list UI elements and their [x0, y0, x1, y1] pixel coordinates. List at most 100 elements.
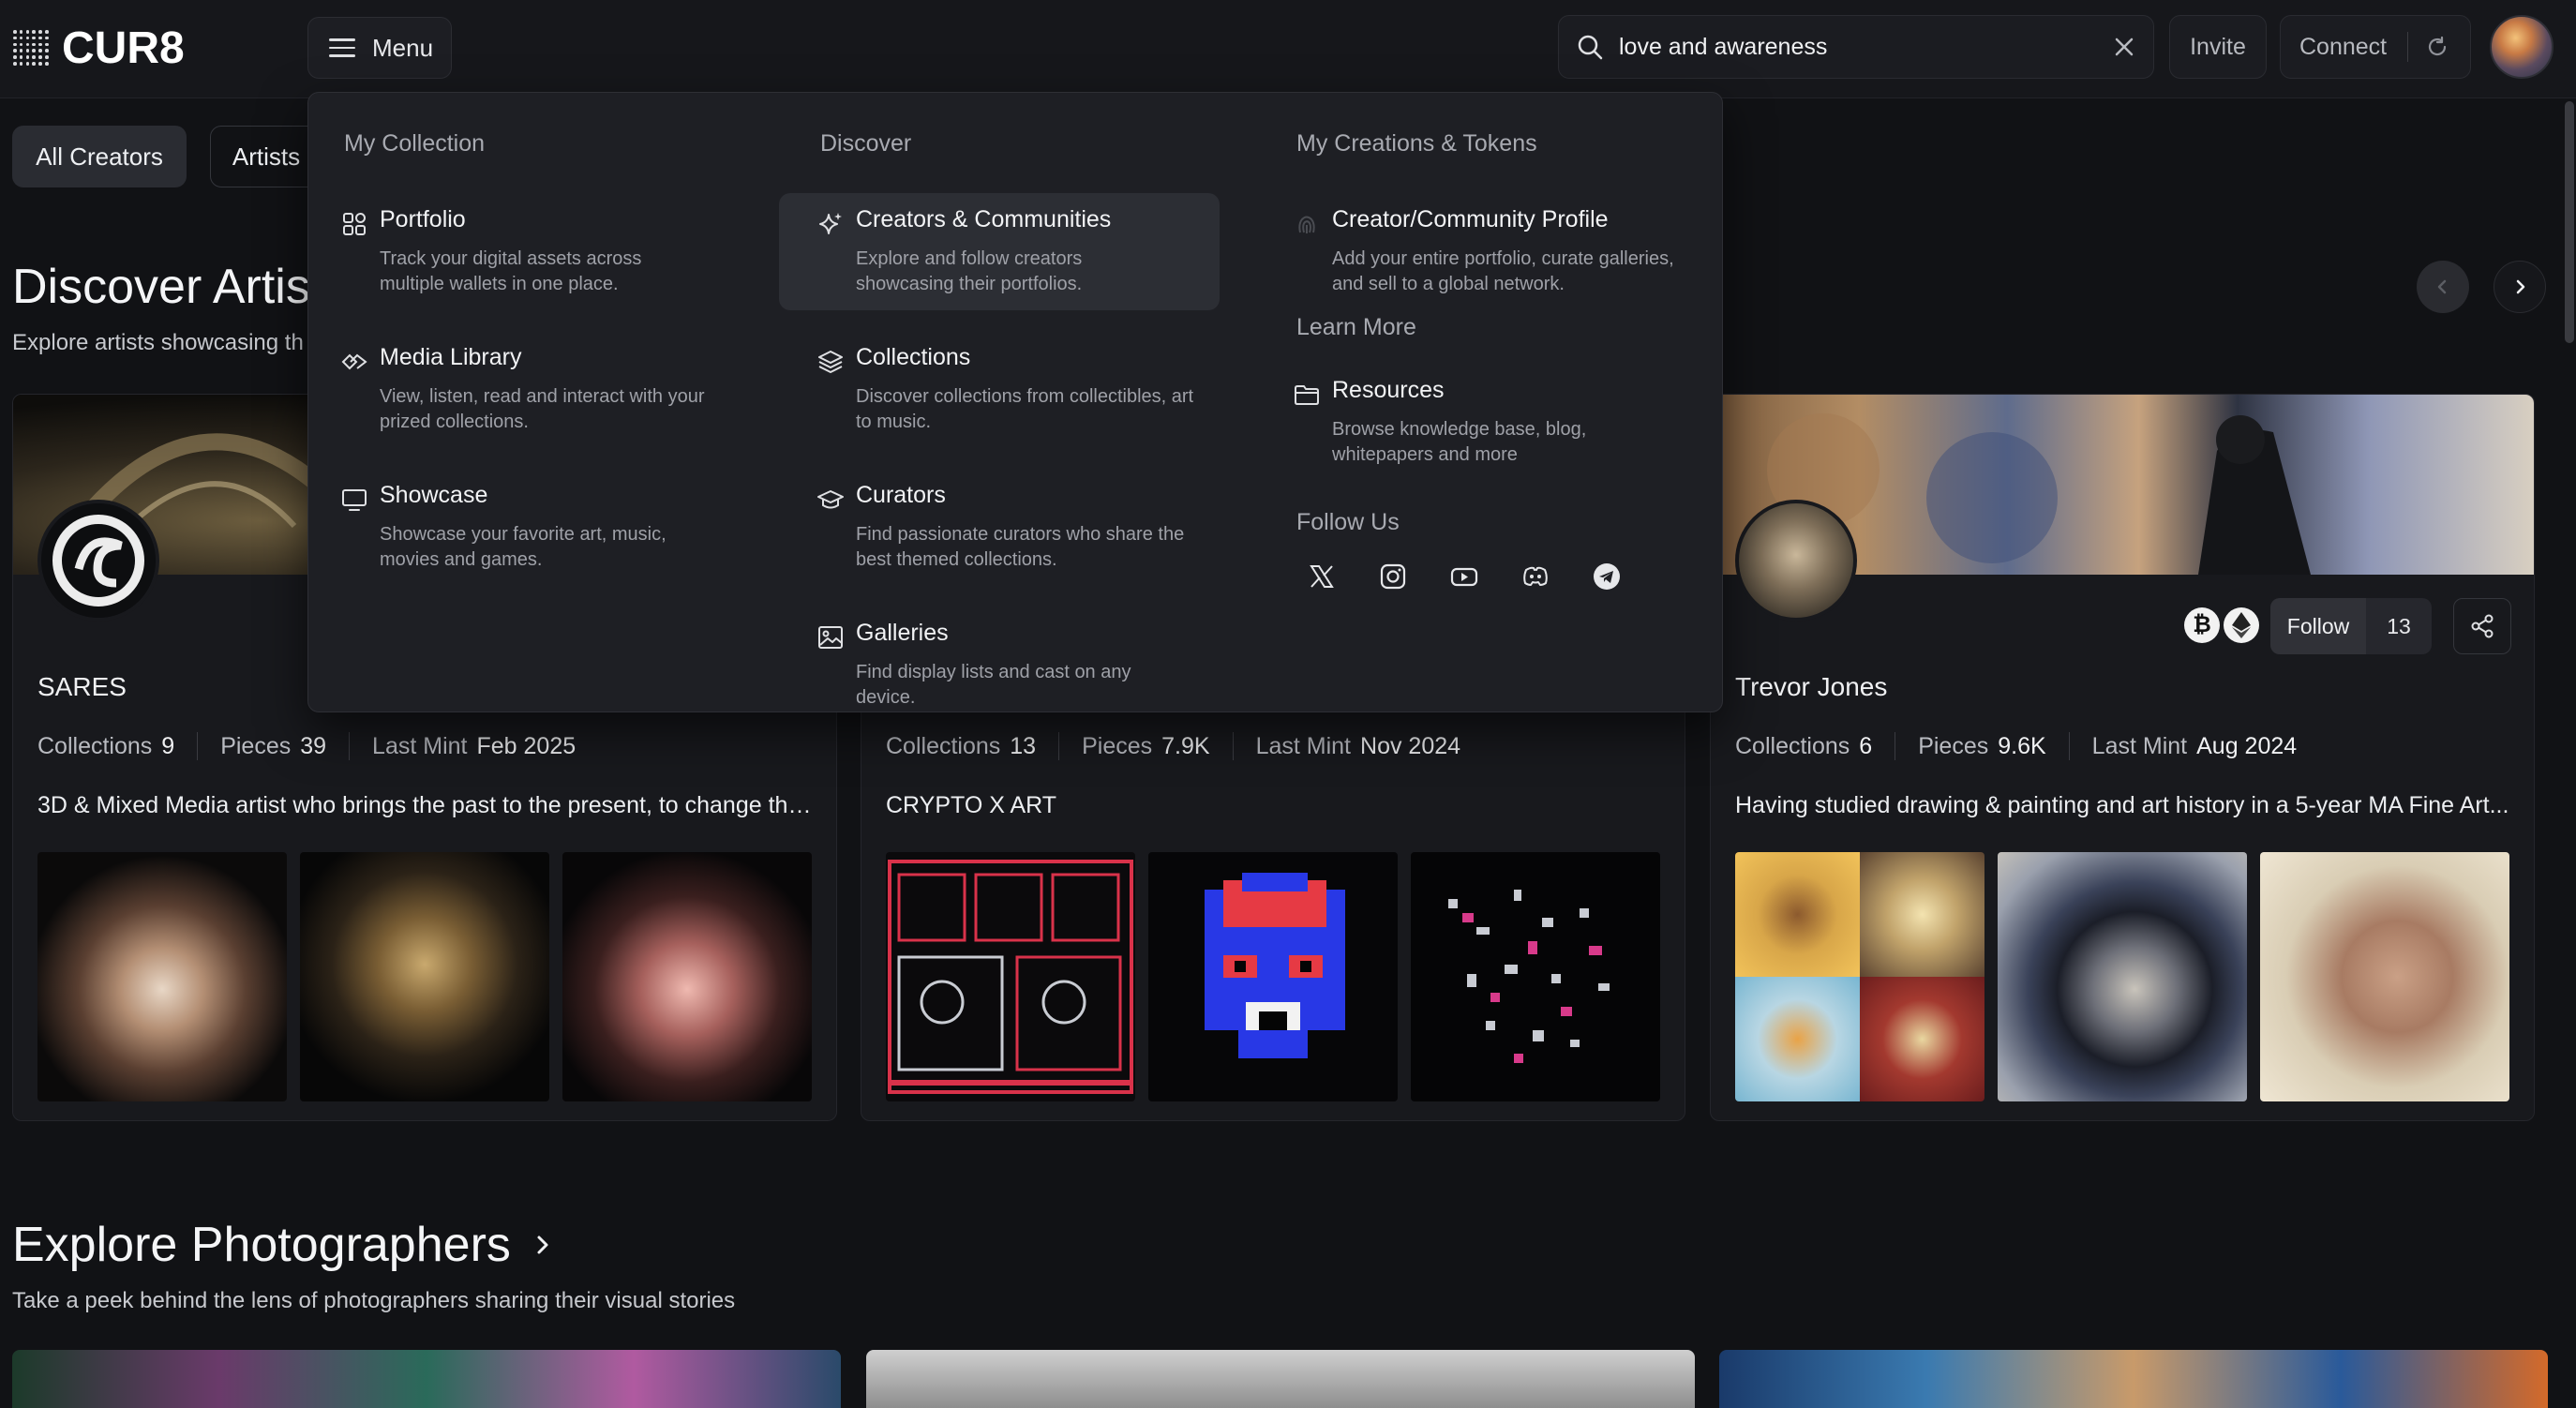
artwork-thumbnail[interactable]: [1148, 852, 1398, 1101]
divider: [2407, 32, 2409, 62]
top-header: CUR8 Menu love and awareness Invite Conn…: [0, 0, 2576, 98]
artwork-thumbnail[interactable]: [37, 852, 287, 1101]
creator-avatar[interactable]: [37, 500, 159, 622]
artwork-thumbnail[interactable]: [1998, 852, 2247, 1101]
artwork-thumbnail[interactable]: [2260, 852, 2509, 1101]
menu-item-title: Resources: [1332, 377, 1445, 403]
close-icon[interactable]: [2112, 35, 2136, 59]
menu-item-portfolio[interactable]: Portfolio Track your digital assets acro…: [303, 193, 743, 310]
stat-label: Collections: [1735, 732, 1850, 759]
user-avatar[interactable]: [2490, 15, 2554, 79]
logo[interactable]: CUR8: [13, 22, 185, 73]
x-icon[interactable]: [1302, 557, 1341, 596]
invite-button[interactable]: Invite: [2169, 15, 2267, 79]
carousel-next-button[interactable]: [2494, 261, 2546, 313]
photographer-card[interactable]: [12, 1350, 841, 1408]
artwork-thumbnail[interactable]: [1735, 852, 1984, 1101]
menu-column-discover: Discover Creators & Communities Explore …: [779, 130, 1220, 744]
artwork-thumbnails: [886, 852, 1660, 1101]
stat-label: Last Mint: [1255, 732, 1352, 759]
divider: [349, 732, 351, 760]
creator-stats: Collections 6 Pieces 9.6K Last Mint Aug 202…: [1735, 732, 2297, 760]
connect-button[interactable]: Connect: [2280, 15, 2471, 79]
menu-item-description: Add your entire portfolio, curate galler…: [1332, 248, 1674, 294]
divider: [1232, 732, 1234, 760]
menu-heading: Follow Us: [1296, 509, 1400, 535]
layers-icon: [818, 351, 843, 373]
menu-button[interactable]: Menu: [307, 17, 452, 79]
stat-label: Last Mint: [372, 732, 468, 759]
main-menu-dropdown: My Collection Portfolio Track your digit…: [307, 92, 1723, 712]
menu-heading: My Collection: [344, 130, 486, 157]
follow-control[interactable]: Follow 13: [2270, 598, 2432, 654]
telegram-icon[interactable]: [1587, 557, 1626, 596]
menu-item-description: Browse knowledge base, blog, whitepapers…: [1332, 419, 1587, 465]
creator-description: CRYPTO X ART: [886, 792, 1057, 818]
search-input[interactable]: love and awareness: [1619, 34, 2112, 61]
portfolio-icon: [343, 213, 366, 235]
menu-item-creator-profile[interactable]: Creator/Community Profile Add your entir…: [1255, 193, 1696, 310]
ethereum-icon: [2224, 607, 2259, 643]
photographer-card[interactable]: [866, 1350, 1695, 1408]
menu-item-description: Find passionate curators who share the b…: [856, 524, 1185, 570]
artwork-thumbnail[interactable]: [562, 852, 812, 1101]
refresh-icon[interactable]: [2425, 35, 2449, 59]
menu-heading: Learn More: [1296, 314, 1416, 340]
artwork-thumbnail[interactable]: [300, 852, 549, 1101]
menu-item-description: View, listen, read and interact with you…: [380, 386, 705, 432]
creator-card[interactable]: Trevor Jones Collections 6 Pieces 9.6K Las…: [1710, 394, 2535, 1121]
stat-value: 9.6K: [1998, 732, 2046, 759]
artwork-thumbnail[interactable]: [886, 852, 1135, 1101]
discord-icon[interactable]: [1516, 557, 1555, 596]
chain-icons: ₿: [2184, 607, 2259, 643]
menu-item-collections[interactable]: Collections Discover collections from co…: [779, 331, 1220, 448]
sparkle-icon: [819, 213, 842, 234]
connect-label: Connect: [2299, 33, 2388, 60]
menu-item-resources[interactable]: Resources Browse knowledge base, blog, w…: [1255, 364, 1696, 481]
creator-name[interactable]: SARES: [37, 672, 127, 702]
menu-item-media-library[interactable]: Media Library View, listen, read and int…: [303, 331, 743, 448]
filter-all-creators[interactable]: All Creators: [12, 126, 187, 187]
photographer-card[interactable]: [1719, 1350, 2548, 1408]
social-links: [1302, 557, 1696, 596]
follower-count: 13: [2387, 613, 2411, 638]
menu-item-description: Discover collections from collectibles, …: [856, 386, 1194, 432]
section-title[interactable]: Explore Photographers: [12, 1217, 554, 1273]
stat-value: 9: [161, 732, 175, 759]
logo-dots-icon: [13, 30, 49, 66]
fingerprint-icon: [1298, 216, 1315, 233]
menu-item-galleries[interactable]: Galleries Find display lists and cast on…: [779, 607, 1220, 724]
menu-item-curators[interactable]: Curators Find passionate curators who sh…: [779, 469, 1220, 586]
hamburger-icon: [329, 38, 355, 57]
instagram-icon[interactable]: [1373, 557, 1413, 596]
menu-item-description: Showcase your favorite art, music, movie…: [380, 524, 666, 570]
menu-item-creators-communities[interactable]: Creators & Communities Explore and follo…: [779, 193, 1220, 310]
artwork-thumbnail[interactable]: [1411, 852, 1660, 1101]
chevron-right-icon: [537, 1236, 548, 1254]
filter-artists[interactable]: Artists: [210, 126, 322, 187]
media-library-icon: [341, 353, 367, 370]
creator-name[interactable]: Trevor Jones: [1735, 672, 1887, 702]
search-icon: [1578, 35, 1603, 60]
menu-item-title: Media Library: [380, 344, 522, 370]
creator-stats: Collections 9 Pieces 39 Last Mint Feb 2025: [37, 732, 576, 760]
page-scrollbar[interactable]: [2565, 101, 2574, 343]
share-button[interactable]: [2453, 598, 2511, 654]
follow-button[interactable]: Follow: [2270, 598, 2366, 654]
stat-value: Aug 2024: [2196, 732, 2298, 759]
search-box[interactable]: love and awareness: [1558, 15, 2154, 79]
creator-avatar[interactable]: [1735, 500, 1857, 622]
stat-label: Last Mint: [2091, 732, 2188, 759]
menu-column-my-collection: My Collection Portfolio Track your digit…: [308, 130, 743, 607]
stat-label: Collections: [37, 732, 153, 759]
menu-item-title: Creators & Communities: [856, 206, 1112, 232]
youtube-icon[interactable]: [1445, 557, 1484, 596]
menu-item-title: Galleries: [856, 620, 949, 646]
menu-item-title: Showcase: [380, 482, 488, 508]
section-subtitle: Explore artists showcasing th: [12, 330, 304, 355]
menu-item-showcase[interactable]: Showcase Showcase your favorite art, mus…: [303, 469, 743, 586]
monitor-icon: [342, 489, 367, 511]
chevron-left-icon: [2437, 279, 2447, 294]
carousel-prev-button[interactable]: [2417, 261, 2469, 313]
section-subtitle: Take a peek behind the lens of photograp…: [12, 1288, 736, 1313]
